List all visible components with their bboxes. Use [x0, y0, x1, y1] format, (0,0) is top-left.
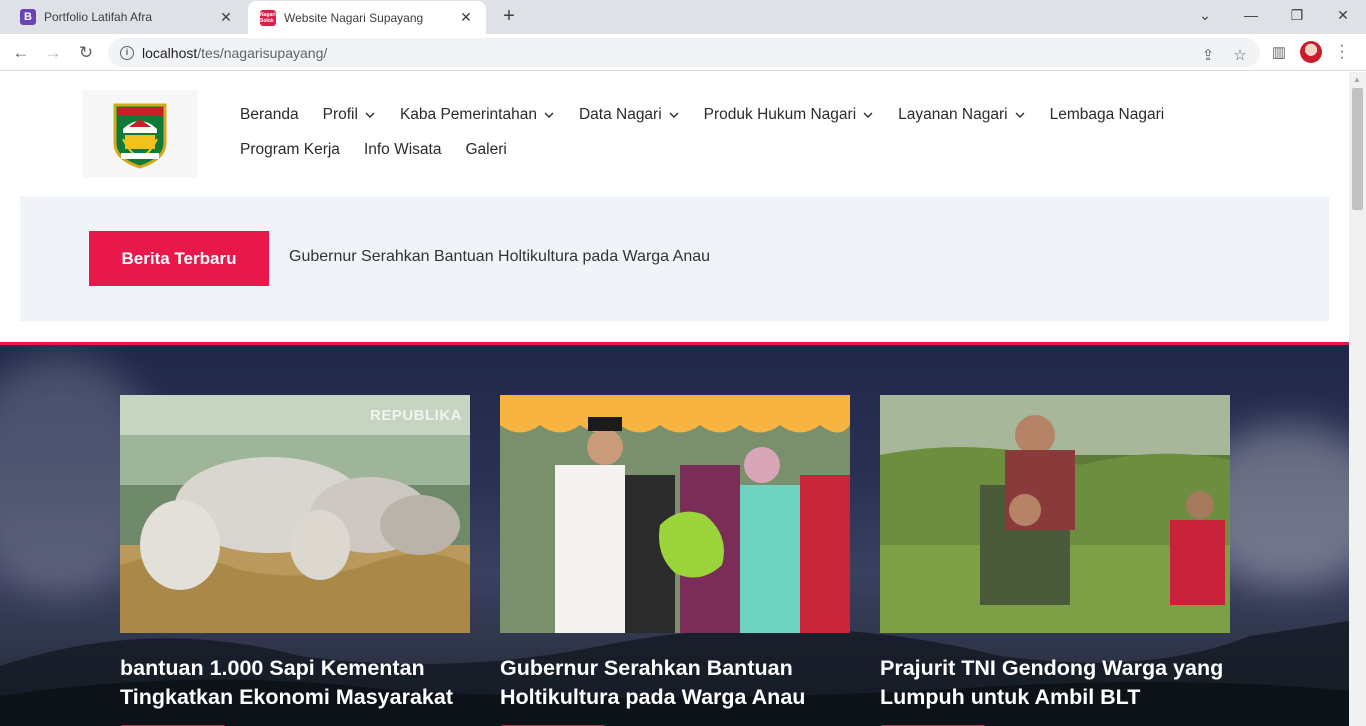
- url-path: /tes/nagarisupayang/: [197, 44, 328, 61]
- restore-button[interactable]: ❐: [1283, 4, 1311, 26]
- chevron-down-icon: [544, 112, 554, 118]
- nav-item-label: Kaba Pemerintahan: [399, 106, 537, 123]
- browser-tab-nagari[interactable]: Nagari Solok Website Nagari Supayang ✕: [248, 1, 486, 34]
- nav-row: Program Kerja Info Wisata Galeri: [240, 137, 1240, 163]
- photo-watermark: REPUBLIKA: [369, 407, 462, 424]
- browser-menu-icon[interactable]: · · ·: [1336, 38, 1348, 66]
- browser-tab-bar: B Portfolio Latifah Afra ✕ Nagari Solok …: [0, 0, 1366, 34]
- news-card-title[interactable]: Gubernur Serahkan Bantuan Holtikultura p…: [500, 654, 860, 712]
- url-host: localhost: [142, 44, 198, 61]
- news-card-title[interactable]: bantuan 1.000 Sapi Kementan Tingkatkan E…: [120, 654, 480, 712]
- nav-item-kaba-pemerintahan[interactable]: Kaba Pemerintahan: [400, 106, 555, 124]
- nav-item-label: Data Nagari: [578, 106, 662, 123]
- chevron-down-icon: [1015, 112, 1025, 118]
- bootstrap-favicon-icon: B: [20, 9, 36, 25]
- page-scrollbar[interactable]: ▲: [1349, 72, 1366, 726]
- main-navigation: Beranda Profil Kaba Pemerintahan Data Nagar…: [240, 102, 1240, 172]
- nav-item-label: Produk Hukum Nagari: [703, 106, 857, 123]
- news-card[interactable]: Prajurit TNI Gendong Warga yang Lumpuh u…: [880, 395, 1230, 726]
- news-photo-governor[interactable]: [500, 395, 850, 633]
- news-card[interactable]: REPUBLIKA bantuan 1.000 Sapi Kementan Ti…: [120, 395, 470, 726]
- nav-item-label: Beranda: [240, 106, 299, 123]
- nav-item-lembaga-nagari[interactable]: Lembaga Nagari: [1050, 106, 1165, 124]
- bookmark-star-icon[interactable]: ☆: [1230, 46, 1250, 64]
- nav-item-info-wisata[interactable]: Info Wisata: [364, 141, 442, 159]
- nav-item-program-kerja[interactable]: Program Kerja: [240, 141, 340, 159]
- news-hero-section: REPUBLIKA bantuan 1.000 Sapi Kementan Ti…: [0, 342, 1349, 726]
- site-logo[interactable]: [82, 90, 198, 178]
- share-icon[interactable]: ⇪: [1198, 46, 1218, 64]
- ticker-headline[interactable]: Gubernur Serahkan Bantuan Holtikultura p…: [289, 248, 710, 266]
- close-tab-icon[interactable]: ✕: [218, 9, 234, 26]
- news-card-title[interactable]: Prajurit TNI Gendong Warga yang Lumpuh u…: [880, 654, 1240, 712]
- nav-item-label: Profil: [322, 106, 358, 123]
- nav-row: Beranda Profil Kaba Pemerintahan Data Nagar…: [240, 102, 1240, 128]
- address-bar[interactable]: i localhost/tes/nagarisupayang/ ⇪ ☆: [108, 38, 1260, 67]
- forward-icon[interactable]: →: [40, 40, 66, 66]
- new-tab-button[interactable]: +: [498, 6, 520, 28]
- news-photo-soldier[interactable]: [880, 395, 1230, 633]
- nav-item-label: Galeri: [465, 141, 507, 158]
- latest-news-badge: Berita Terbaru: [89, 231, 269, 286]
- scrollbar-thumb[interactable]: [1352, 88, 1363, 210]
- nav-item-layanan-nagari[interactable]: Layanan Nagari: [898, 106, 1025, 124]
- nav-item-label: Layanan Nagari: [898, 106, 1008, 123]
- close-tab-icon[interactable]: ✕: [458, 9, 474, 26]
- reload-icon[interactable]: ↻: [73, 40, 99, 66]
- nav-item-label: Lembaga Nagari: [1049, 106, 1165, 123]
- nav-item-data-nagari[interactable]: Data Nagari: [579, 106, 680, 124]
- page-viewport: Beranda Profil Kaba Pemerintahan Data Nagar…: [0, 72, 1349, 726]
- chevron-down-icon: [669, 112, 679, 118]
- nav-item-beranda[interactable]: Beranda: [240, 106, 299, 124]
- tab-search-icon[interactable]: ⌄: [1191, 4, 1219, 26]
- browser-toolbar: ← → ↻ i localhost/tes/nagarisupayang/ ⇪ …: [0, 34, 1366, 71]
- browser-tab-portfolio[interactable]: B Portfolio Latifah Afra ✕: [8, 0, 246, 34]
- nagari-favicon-icon: Nagari Solok: [260, 9, 276, 26]
- back-icon[interactable]: ←: [8, 40, 34, 66]
- kabupaten-solok-emblem-icon: [113, 103, 167, 169]
- nav-item-label: Info Wisata: [363, 141, 442, 158]
- side-panel-icon[interactable]: ▥: [1269, 43, 1289, 61]
- nav-item-galeri[interactable]: Galeri: [465, 141, 506, 159]
- minimize-button[interactable]: —: [1237, 4, 1265, 26]
- news-photo-cattle[interactable]: REPUBLIKA: [120, 395, 470, 633]
- nav-item-produk-hukum-nagari[interactable]: Produk Hukum Nagari: [704, 106, 874, 124]
- close-window-button[interactable]: ✕: [1329, 4, 1357, 26]
- chevron-down-icon: [863, 112, 873, 118]
- chevron-down-icon: [365, 112, 375, 118]
- site-info-icon[interactable]: i: [120, 45, 134, 60]
- tab-title: Website Nagari Supayang: [284, 10, 424, 25]
- profile-avatar[interactable]: [1300, 41, 1322, 63]
- news-card[interactable]: Gubernur Serahkan Bantuan Holtikultura p…: [500, 395, 850, 726]
- nav-item-profil[interactable]: Profil: [323, 106, 376, 124]
- tab-title: Portfolio Latifah Afra: [44, 10, 153, 24]
- scroll-up-icon[interactable]: ▲: [1353, 75, 1361, 84]
- news-ticker: Berita Terbaru Gubernur Serahkan Bantuan…: [20, 196, 1329, 321]
- nav-item-label: Program Kerja: [240, 141, 340, 158]
